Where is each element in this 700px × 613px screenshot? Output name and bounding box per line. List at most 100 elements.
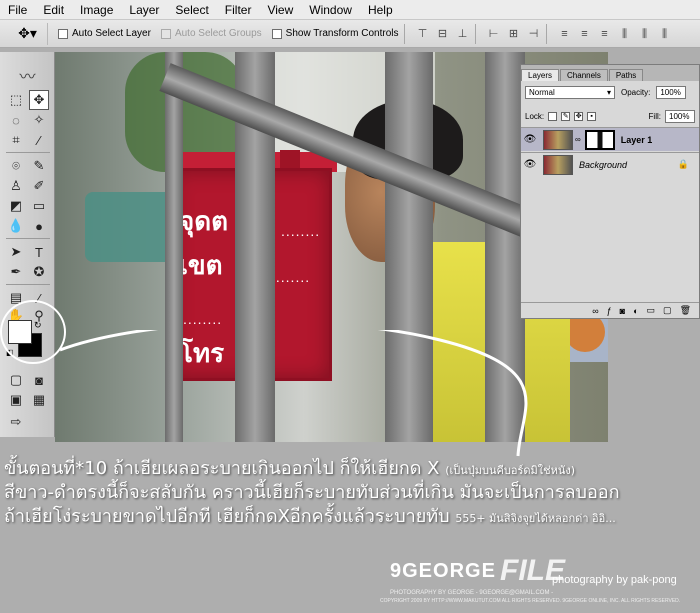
align-left-icon[interactable]: ⊢ <box>486 27 500 41</box>
distribute-top-icon[interactable]: ≡ <box>557 27 571 41</box>
fence-bar <box>385 52 433 442</box>
blend-mode-select[interactable]: Normal ▾ <box>525 85 615 99</box>
auto-select-groups-checkbox[interactable]: Auto Select Groups <box>160 28 262 39</box>
blur-tool-icon[interactable]: 💧 <box>6 216 26 236</box>
eyedropper-icon[interactable]: ⁄ <box>29 130 49 150</box>
distribute-left-icon[interactable]: ⫼ <box>617 27 631 41</box>
foreground-color-swatch[interactable] <box>8 320 32 344</box>
type-tool-icon[interactable]: T <box>29 242 49 262</box>
move-tool-preset-icon[interactable]: ✥▾ <box>8 22 48 45</box>
fence-bar <box>485 52 525 442</box>
standard-mode-icon[interactable]: ▢ <box>6 370 26 390</box>
show-transform-controls-checkbox[interactable]: Show Transform Controls <box>271 28 399 39</box>
menu-edit[interactable]: Edit <box>35 3 72 17</box>
crop-tool-icon[interactable]: ⌗ <box>6 130 26 150</box>
jump-to-imageready-icon[interactable]: ⇨ <box>6 412 26 432</box>
divider <box>475 23 477 44</box>
auto-select-layer-checkbox[interactable]: Auto Select Layer <box>58 28 151 39</box>
feather-logo-icon: 〰 <box>19 69 36 86</box>
tab-paths[interactable]: Paths <box>608 69 644 81</box>
lock-position-icon[interactable]: ✥ <box>574 111 584 121</box>
notes-tool-icon[interactable]: ▤ <box>6 288 26 308</box>
path-select-icon[interactable]: ➤ <box>6 242 26 262</box>
eyedropper-2-icon[interactable]: ⁄ <box>29 288 49 308</box>
tab-layers[interactable]: Layers <box>521 69 560 81</box>
lock-all-icon[interactable]: ▪ <box>587 111 597 121</box>
eye-icon[interactable]: 👁 <box>521 134 539 145</box>
align-right-icon[interactable]: ⊣ <box>526 27 540 41</box>
link-layers-icon[interactable]: ∞ <box>592 306 598 316</box>
layer-thumbnail <box>543 129 573 150</box>
align-top-icon[interactable]: ⊤ <box>415 27 429 41</box>
menu-select[interactable]: Select <box>167 3 216 17</box>
new-group-icon[interactable]: ▭ <box>647 305 656 316</box>
healing-brush-icon[interactable]: ⌾ <box>6 156 26 176</box>
layer-mask-thumbnail[interactable] <box>584 129 615 150</box>
trash-icon[interactable]: 🗑 <box>680 305 691 316</box>
distribute-vcenter-icon[interactable]: ≡ <box>577 27 591 41</box>
menu-file[interactable]: File <box>0 3 35 17</box>
menu-view[interactable]: View <box>259 3 301 17</box>
copyright-line: COPYRIGHT 2009 BY HTTP://WWW.MAKUTUT.COM… <box>380 598 681 604</box>
menu-filter[interactable]: Filter <box>217 3 260 17</box>
shape-tool-icon[interactable]: ✪ <box>29 262 49 282</box>
add-mask-icon[interactable]: ◙ <box>620 306 625 316</box>
divider <box>6 284 50 285</box>
link-icon[interactable]: ∞ <box>575 135 581 144</box>
auto-select-layer-label: Auto Select Layer <box>72 28 151 39</box>
show-transform-controls-label: Show Transform Controls <box>285 28 399 39</box>
quick-mask-icon[interactable]: ◙ <box>29 370 49 390</box>
swap-colors-icon[interactable]: ↻ <box>34 320 42 331</box>
align-vcenter-icon[interactable]: ⊟ <box>435 27 449 41</box>
mailbox-dots-1: ........ <box>281 223 321 239</box>
menu-image[interactable]: Image <box>72 3 121 17</box>
align-hcenter-icon[interactable]: ⊞ <box>506 27 520 41</box>
layer-row-layer-1[interactable]: 👁 ∞ Layer 1 <box>521 127 699 151</box>
move-tool-icon[interactable]: ✥ <box>29 90 49 110</box>
pen-tool-icon[interactable]: ✒ <box>6 262 26 282</box>
mailbox-text-3: โทร <box>179 339 225 369</box>
checkbox-icon <box>160 28 171 39</box>
fill-value: 100% <box>669 111 690 121</box>
menu-window[interactable]: Window <box>301 3 360 17</box>
new-layer-icon[interactable]: ▢ <box>663 305 672 316</box>
screen-mode-full-icon[interactable]: ▦ <box>29 390 49 410</box>
layers-panel-footer: ∞ ƒ ◙ ◐ ▭ ▢ 🗑 <box>521 302 699 318</box>
layer-row-background[interactable]: 👁 Background 🔒 <box>521 152 699 176</box>
distribute-right-icon[interactable]: ⫼ <box>657 27 671 41</box>
adjustment-layer-icon[interactable]: ◐ <box>633 306 638 316</box>
opacity-value: 100% <box>660 87 681 97</box>
dodge-tool-icon[interactable]: ● <box>29 216 49 236</box>
options-bar: ✥▾ Auto Select Layer Auto Select Groups … <box>0 20 700 48</box>
tutorial-line-3-note: 555+ มันสิจิงจุยได้หลอกด่า อิอิ... <box>455 512 616 525</box>
opacity-field[interactable]: 100% <box>656 85 687 99</box>
menu-layer[interactable]: Layer <box>121 3 167 17</box>
screen-mode-icon[interactable]: ▣ <box>6 390 26 410</box>
align-bottom-icon[interactable]: ⊥ <box>455 27 469 41</box>
lock-pixels-icon[interactable]: ✎ <box>561 111 571 121</box>
layer-style-icon[interactable]: ƒ <box>607 306 612 316</box>
fill-field[interactable]: 100% <box>665 109 695 123</box>
mailbox-text-2: เขต <box>179 251 223 281</box>
stamp-tool-icon[interactable]: ♙ <box>6 176 26 196</box>
menu-help[interactable]: Help <box>360 3 401 17</box>
marquee-tool-icon[interactable]: ⬚ <box>6 90 26 110</box>
mailbox-dots-3: ........ <box>183 311 223 327</box>
layer-name: Layer 1 <box>620 134 653 145</box>
eraser-tool-icon[interactable]: ◩ <box>6 196 26 216</box>
watermark-footer: 9GEORGE FILE photography by pak-pong PHO… <box>380 554 700 613</box>
lock-row: Lock: ✎ ✥ ▪ Fill: 100% <box>521 107 699 125</box>
history-brush-icon[interactable]: ✐ <box>29 176 49 196</box>
lock-transparent-icon[interactable] <box>548 111 558 121</box>
brush-tool-icon[interactable]: ✎ <box>29 156 49 176</box>
gradient-tool-icon[interactable]: ▭ <box>29 196 49 216</box>
distribute-hcenter-icon[interactable]: ⫼ <box>637 27 651 41</box>
lasso-tool-icon[interactable]: ◌ <box>6 110 26 130</box>
default-colors-icon[interactable]: ◧ <box>6 348 14 357</box>
distribute-bottom-icon[interactable]: ≡ <box>597 27 611 41</box>
toolbox: 〰 ⬚ ✥ ◌ ✧ ⌗ ⁄ ⌾ ✎ ♙ ✐ ◩ ▭ 💧 ● ➤ T ✒ ✪ ▤ … <box>0 52 66 437</box>
magic-wand-icon[interactable]: ✧ <box>29 110 49 130</box>
layers-panel-tabs: Layers Channels Paths <box>521 65 699 81</box>
eye-icon[interactable]: 👁 <box>521 159 539 170</box>
tab-channels[interactable]: Channels <box>560 69 608 81</box>
